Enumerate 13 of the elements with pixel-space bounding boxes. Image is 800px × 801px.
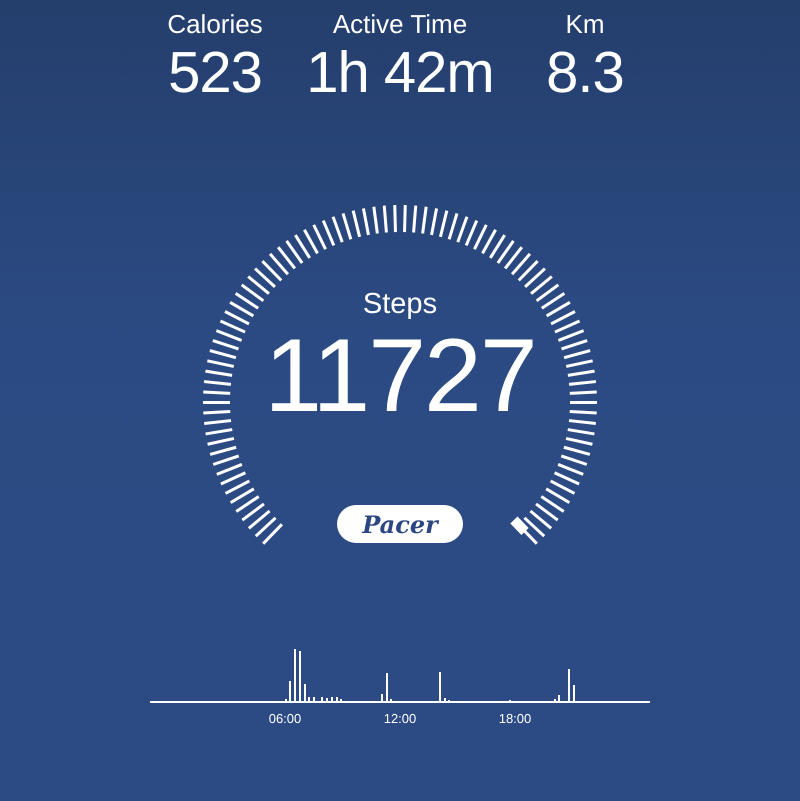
steps-count: 11727 (264, 321, 536, 431)
time-label: 12:00 (384, 711, 416, 726)
pacer-logo: Pacer (337, 505, 463, 543)
gauge-marker (510, 516, 529, 535)
stat-value: 8.3 (546, 40, 624, 106)
stat-value: 523 (168, 40, 262, 106)
stat-label: Km (566, 8, 604, 40)
stat-label: Active Time (332, 8, 468, 40)
time-label: 06:00 (268, 711, 302, 726)
time-label: 18:00 (498, 711, 532, 726)
steps-label: Steps (362, 287, 438, 321)
stat-value: 1h 42m (306, 40, 494, 106)
stat-label: Calories (167, 8, 263, 40)
